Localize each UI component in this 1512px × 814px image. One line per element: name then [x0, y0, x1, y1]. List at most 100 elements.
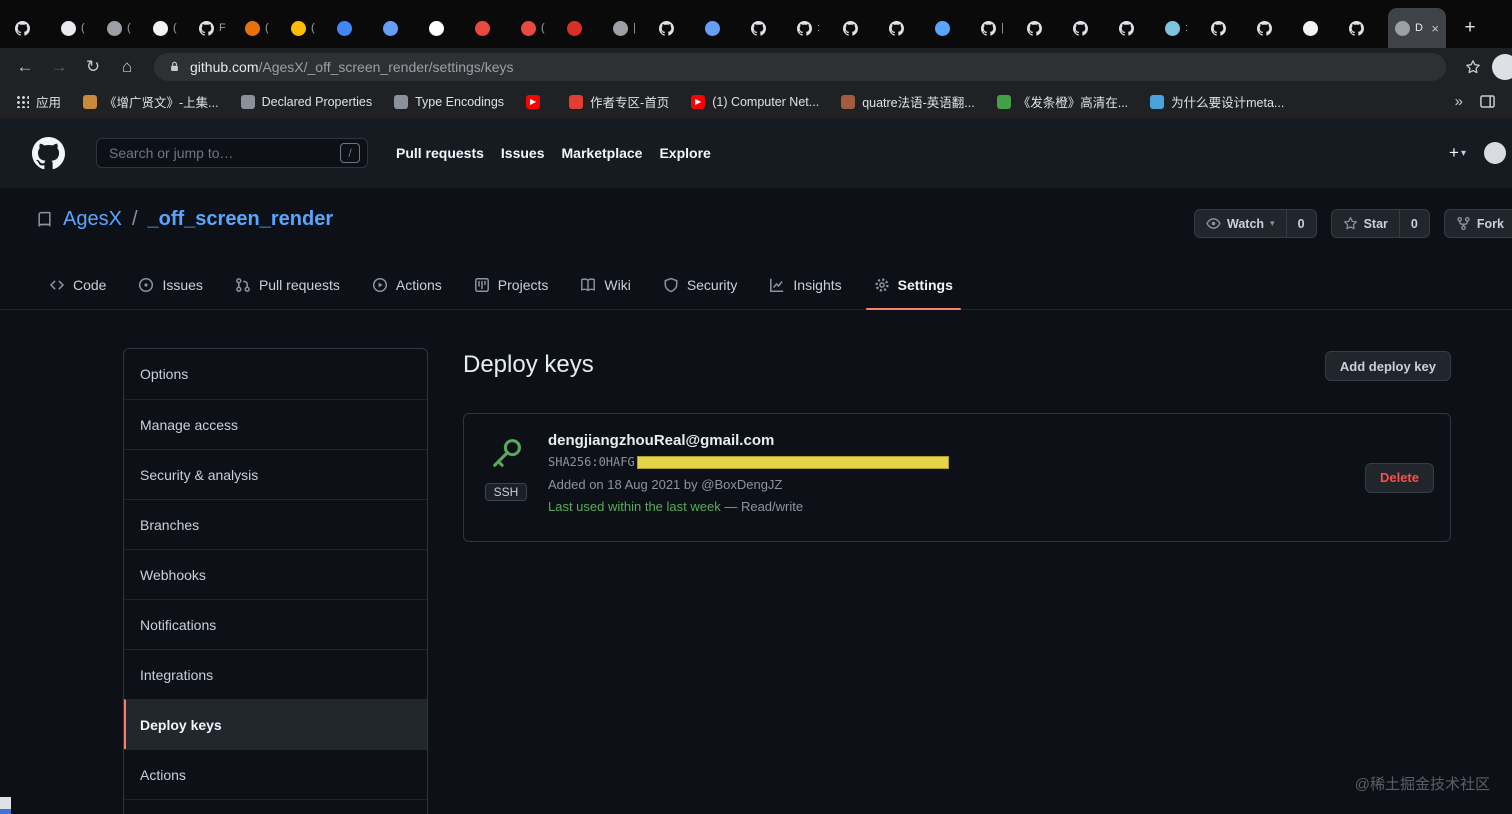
browser-tab[interactable]: [1296, 8, 1342, 48]
settings-nav-item[interactable]: Manage access: [124, 399, 427, 449]
bookmark-item[interactable]: 《发条橙》高清在...: [996, 92, 1128, 111]
side-panel-icon[interactable]: [1479, 93, 1496, 110]
browser-tab[interactable]: [468, 8, 514, 48]
browser-tab[interactable]: [698, 8, 744, 48]
repo-nav-tab[interactable]: Pull requests: [219, 261, 356, 309]
top-nav-link[interactable]: Marketplace: [562, 145, 643, 161]
repo-nav-tab[interactable]: Actions: [356, 261, 458, 309]
repo-nav-tab[interactable]: Projects: [458, 261, 565, 309]
github-search-input[interactable]: [96, 138, 368, 168]
repo-nav-tab[interactable]: Insights: [753, 261, 857, 309]
bookmark-item[interactable]: quatre法语-英语翻...: [841, 92, 975, 111]
tab-favicon: [337, 20, 352, 36]
browser-tab[interactable]: [1112, 8, 1158, 48]
browser-tab[interactable]: [1204, 8, 1250, 48]
tab-favicon: [705, 20, 720, 36]
browser-tab[interactable]: [1342, 8, 1388, 48]
browser-tab[interactable]: [744, 8, 790, 48]
browser-tab[interactable]: |: [606, 8, 652, 48]
browser-tab[interactable]: :: [790, 8, 836, 48]
forward-icon[interactable]: →: [44, 52, 74, 82]
bookmark-item[interactable]: 作者专区-首页: [569, 92, 669, 111]
star-button[interactable]: Star: [1330, 209, 1400, 238]
browser-tab[interactable]: [376, 8, 422, 48]
bookmark-item[interactable]: ▶: [526, 94, 547, 109]
browser-tab[interactable]: [8, 8, 54, 48]
address-bar[interactable]: github.com/AgesX/_off_screen_render/sett…: [154, 52, 1446, 81]
repo-nav-tab[interactable]: Issues: [122, 261, 218, 309]
settings-nav-item[interactable]: Branches: [124, 499, 427, 549]
tab-title: (: [265, 22, 269, 34]
repo-nav-tab-label: Pull requests: [258, 277, 340, 293]
deploy-key-added: Added on 18 Aug 2021 by @BoxDengJZ: [548, 475, 1349, 495]
top-nav-link[interactable]: Pull requests: [396, 145, 484, 161]
reload-icon[interactable]: ↻: [78, 52, 108, 82]
settings-nav-item[interactable]: Deploy keys: [124, 699, 427, 749]
repo-nav-tab[interactable]: Settings: [858, 261, 969, 310]
home-icon[interactable]: ⌂: [112, 52, 142, 82]
watch-count[interactable]: 0: [1286, 209, 1317, 238]
browser-tab[interactable]: [1066, 8, 1112, 48]
github-logo-icon[interactable]: [32, 137, 65, 170]
tab-favicon: [245, 20, 260, 36]
browser-tab[interactable]: [330, 8, 376, 48]
github-user-avatar[interactable]: [1484, 142, 1506, 164]
browser-profile-avatar[interactable]: [1492, 53, 1512, 80]
settings-nav-item[interactable]: Webhooks: [124, 549, 427, 599]
fingerprint-redaction-highlight: [636, 455, 949, 469]
repo-name-link[interactable]: _off_screen_render: [148, 208, 334, 231]
bookmark-item[interactable]: 《增广贤文》-上集...: [83, 92, 219, 111]
bookmark-item[interactable]: Type Encodings: [394, 94, 504, 109]
create-new-button[interactable]: + ▾: [1449, 143, 1466, 163]
browser-tab[interactable]: (: [54, 8, 100, 48]
repo-nav-tab-label: Wiki: [604, 277, 631, 293]
browser-tab[interactable]: (: [284, 8, 330, 48]
settings-nav-item[interactable]: Actions: [124, 749, 427, 799]
delete-key-button[interactable]: Delete: [1364, 462, 1434, 493]
browser-tab[interactable]: [836, 8, 882, 48]
settings-nav-item[interactable]: Notifications: [124, 599, 427, 649]
repo-nav-tab[interactable]: Security: [647, 261, 754, 309]
browser-tab[interactable]: [882, 8, 928, 48]
settings-nav-item-partial[interactable]: [124, 799, 427, 814]
browser-tab[interactable]: [652, 8, 698, 48]
browser-tab[interactable]: [422, 8, 468, 48]
browser-tab[interactable]: [928, 8, 974, 48]
browser-tab[interactable]: |: [974, 8, 1020, 48]
bookmark-item[interactable]: Declared Properties: [240, 94, 372, 109]
browser-tab[interactable]: [1020, 8, 1066, 48]
bookmark-item[interactable]: ▶ (1) Computer Net...: [691, 94, 819, 109]
bookmark-apps[interactable]: 应用: [16, 92, 61, 111]
lock-icon[interactable]: [168, 60, 181, 73]
new-tab-button[interactable]: +: [1456, 14, 1484, 42]
browser-tab[interactable]: (: [514, 8, 560, 48]
fork-button[interactable]: Fork: [1443, 209, 1512, 238]
browser-tab[interactable]: :: [1158, 8, 1204, 48]
browser-tab[interactable]: (: [146, 8, 192, 48]
browser-tab[interactable]: (: [238, 8, 284, 48]
browser-tab[interactable]: [560, 8, 606, 48]
bookmark-star-icon[interactable]: [1458, 52, 1488, 82]
browser-tab[interactable]: (: [100, 8, 146, 48]
settings-nav-item[interactable]: Security & analysis: [124, 449, 427, 499]
back-icon[interactable]: ←: [10, 52, 40, 82]
browser-tab[interactable]: [1250, 8, 1296, 48]
bookmarks-overflow-icon[interactable]: »: [1455, 93, 1463, 110]
top-nav-link[interactable]: Issues: [501, 145, 545, 161]
settings-nav-item[interactable]: Integrations: [124, 649, 427, 699]
star-count[interactable]: 0: [1399, 209, 1430, 238]
watch-button[interactable]: Watch ▾: [1194, 209, 1287, 238]
tab-close-icon[interactable]: ×: [1431, 21, 1439, 36]
bookmark-item[interactable]: 为什么要设计meta...: [1150, 92, 1284, 111]
repo-nav-tab[interactable]: Wiki: [564, 261, 646, 309]
browser-tab[interactable]: D ×: [1388, 8, 1446, 48]
settings-nav-item[interactable]: Options: [124, 349, 427, 399]
repo-owner-link[interactable]: AgesX: [63, 208, 122, 231]
added-by-user-link[interactable]: @BoxDengJZ: [701, 477, 782, 492]
top-nav-link[interactable]: Explore: [659, 145, 710, 161]
browser-tab[interactable]: F: [192, 8, 238, 48]
repo-nav-tab[interactable]: Code: [33, 261, 122, 309]
deploy-key-icon-column: SSH: [480, 427, 532, 501]
add-deploy-key-button[interactable]: Add deploy key: [1324, 351, 1451, 381]
tab-favicon: [429, 20, 444, 36]
